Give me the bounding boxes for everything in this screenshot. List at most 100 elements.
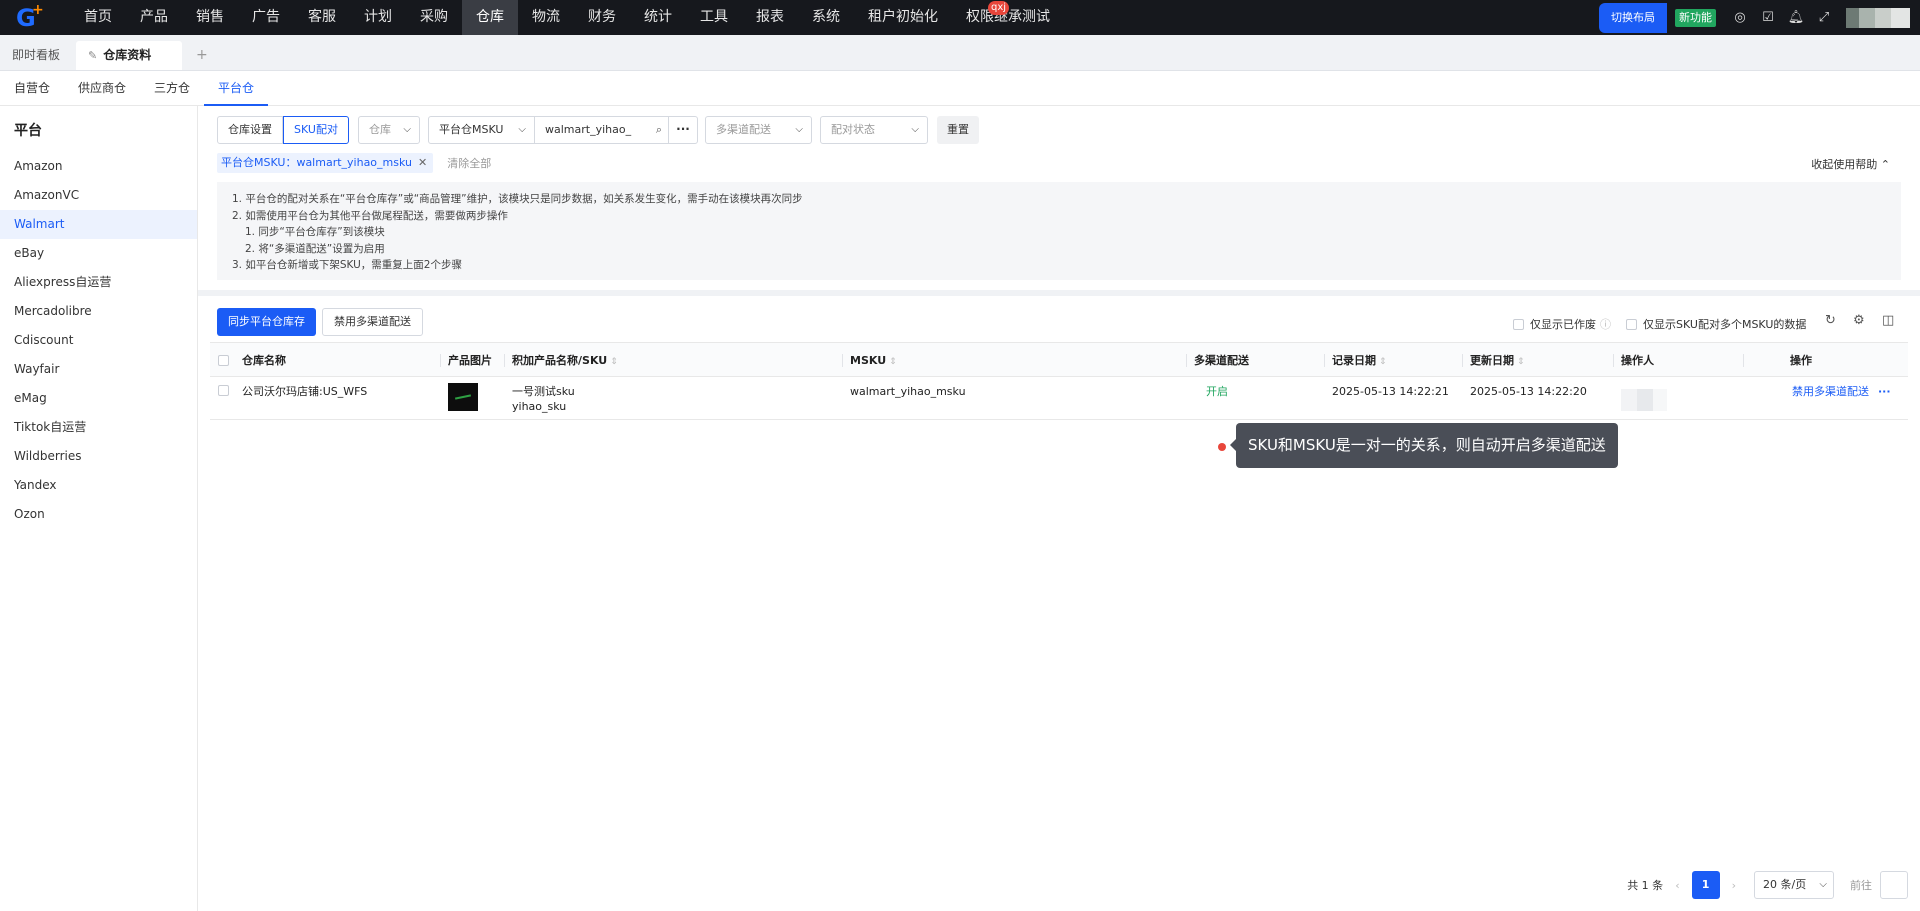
gear-icon[interactable]: ⚙ <box>1853 313 1865 328</box>
nav-item-tenant-init[interactable]: 租户初始化 <box>854 0 952 35</box>
tab-dashboard[interactable]: 即时看板 <box>0 41 72 70</box>
task-check-icon[interactable]: ☑ <box>1754 10 1782 25</box>
new-feature-badge[interactable]: 新功能 <box>1675 8 1716 27</box>
search-input-value: walmart_yihao_ <box>545 123 632 136</box>
pairing-status-select[interactable]: 配对状态 ⌵ <box>820 116 928 144</box>
pause-icon[interactable]: ◎ <box>1726 10 1754 25</box>
only-multi-msku-checkbox[interactable]: 仅显示SKU配对多个MSKU的数据 <box>1626 316 1806 332</box>
nav-item-logistics[interactable]: 物流 <box>518 0 574 35</box>
sidebar-item-yandex[interactable]: Yandex <box>0 471 197 500</box>
goto-page-input[interactable] <box>1880 871 1908 899</box>
row-disable-multichannel-link[interactable]: 禁用多渠道配送 <box>1792 384 1869 399</box>
page-number[interactable]: 1 <box>1691 871 1720 899</box>
sort-icon[interactable]: ⇕ <box>1517 357 1525 367</box>
close-icon[interactable]: ✕ <box>418 156 427 169</box>
prev-page-icon[interactable]: ‹ <box>1675 879 1679 892</box>
row-checkbox[interactable] <box>218 385 235 400</box>
logo-mark: G + <box>16 1 44 32</box>
sidebar-item-aliexpress[interactable]: Aliexpress自运营 <box>0 268 197 297</box>
nav-item-plan[interactable]: 计划 <box>350 0 406 35</box>
reset-button[interactable]: 重置 <box>937 116 979 144</box>
sort-icon[interactable]: ⇕ <box>610 357 618 367</box>
subtab-supplier[interactable]: 供应商仓 <box>64 71 140 106</box>
columns-icon[interactable]: ◫ <box>1882 313 1894 328</box>
product-image[interactable] <box>448 383 478 411</box>
disable-multichannel-button[interactable]: 禁用多渠道配送 <box>322 308 423 336</box>
nav-item-finance[interactable]: 财务 <box>574 0 630 35</box>
refresh-icon[interactable]: ↻ <box>1825 313 1836 328</box>
seg-warehouse-settings[interactable]: 仓库设置 <box>217 116 283 144</box>
switch-layout-button[interactable]: 切换布局 <box>1599 2 1667 33</box>
collapse-help-button[interactable]: 收起使用帮助 ⌃ <box>1811 156 1890 172</box>
page-size-select[interactable]: 20 条/页 ⌵ <box>1754 871 1834 899</box>
checkbox[interactable] <box>218 355 229 366</box>
multichannel-select[interactable]: 多渠道配送 ⌵ <box>705 116 812 144</box>
col-update-date[interactable]: 更新日期 ⇕ <box>1470 343 1525 378</box>
search-input[interactable]: walmart_yihao_ ⌕ <box>535 117 669 143</box>
sidebar-item-amazonvc[interactable]: AmazonVC <box>0 181 197 210</box>
nav-item-service[interactable]: 客服 <box>294 0 350 35</box>
nav-item-warehouse[interactable]: 仓库 <box>462 0 518 35</box>
seg-sku-pairing[interactable]: SKU配对 <box>283 116 349 144</box>
nav-item-system[interactable]: 系统 <box>798 0 854 35</box>
search-field-select[interactable]: 平台仓MSKU ⌵ <box>429 117 535 143</box>
more-search-button[interactable]: ··· <box>669 117 697 143</box>
subtab-third-party[interactable]: 三方仓 <box>140 71 204 106</box>
sidebar-item-ozon[interactable]: Ozon <box>0 500 197 529</box>
nav-item-purchase[interactable]: 采购 <box>406 0 462 35</box>
column-divider <box>1324 354 1325 367</box>
checkbox[interactable] <box>1513 318 1524 330</box>
sort-icon[interactable]: ⇕ <box>889 357 897 367</box>
info-icon: ⓘ <box>1600 318 1611 331</box>
subtab-platform[interactable]: 平台仓 <box>204 71 269 106</box>
hotspot-dot[interactable] <box>1218 443 1226 451</box>
pin-icon[interactable]: ✎ <box>88 49 97 62</box>
nav-item-stats[interactable]: 统计 <box>630 0 686 35</box>
clear-all-button[interactable]: 清除全部 <box>447 155 491 171</box>
subtab-self-operated[interactable]: 自营仓 <box>0 71 64 106</box>
sidebar-item-wildberries[interactable]: Wildberries <box>0 442 197 471</box>
sync-platform-stock-button[interactable]: 同步平台仓库存 <box>217 308 316 336</box>
bell-icon[interactable]: 🔔︎ <box>1782 10 1810 25</box>
top-nav: G + 首页 产品 销售 广告 客服 计划 采购 仓库 物流 财务 统计 工具 报… <box>0 0 1920 35</box>
col-record-date-label: 记录日期 <box>1332 354 1376 367</box>
sidebar-item-emag[interactable]: eMag <box>0 384 197 413</box>
nav-item-permission-test[interactable]: 权限继承测试 qxj <box>952 0 1064 35</box>
nav-item-home[interactable]: 首页 <box>70 0 126 35</box>
column-divider <box>1743 354 1744 367</box>
select-all-checkbox[interactable] <box>218 343 235 378</box>
sidebar-item-tiktok[interactable]: Tiktok自运营 <box>0 413 197 442</box>
col-image: 产品图片 <box>448 354 492 367</box>
logo[interactable]: G + <box>0 0 70 35</box>
checkbox[interactable] <box>1626 318 1637 330</box>
sidebar-item-wayfair[interactable]: Wayfair <box>0 355 197 384</box>
col-msku[interactable]: MSKU ⇕ <box>850 343 897 378</box>
nav-item-reports[interactable]: 报表 <box>742 0 798 35</box>
tab-warehouse-info[interactable]: ✎ 仓库资料 <box>76 41 183 70</box>
sidebar-item-ebay[interactable]: eBay <box>0 239 197 268</box>
nav-item-sales[interactable]: 销售 <box>182 0 238 35</box>
add-tab-button[interactable]: + <box>182 41 222 70</box>
sidebar-item-walmart[interactable]: Walmart <box>0 210 197 239</box>
col-warehouse: 仓库名称 <box>242 354 286 367</box>
nav-item-ads[interactable]: 广告 <box>238 0 294 35</box>
sort-icon[interactable]: ⇕ <box>1379 357 1387 367</box>
next-page-icon[interactable]: › <box>1732 879 1736 892</box>
sidebar-item-amazon[interactable]: Amazon <box>0 152 197 181</box>
row-more-button[interactable]: ··· <box>1878 384 1891 399</box>
avatar[interactable] <box>1846 7 1910 28</box>
checkbox[interactable] <box>218 385 229 396</box>
warehouse-select[interactable]: 仓库 ⌵ <box>358 116 420 144</box>
search-icon[interactable]: ⌕ <box>656 117 662 143</box>
sidebar-item-cdiscount[interactable]: Cdiscount <box>0 326 197 355</box>
only-voided-checkbox[interactable]: 仅显示已作废 ⓘ <box>1513 316 1611 332</box>
sidebar-item-mercadolibre[interactable]: Mercadolibre <box>0 297 197 326</box>
nav-item-product[interactable]: 产品 <box>126 0 182 35</box>
col-product[interactable]: 积加产品名称/SKU ⇕ <box>512 343 618 378</box>
chevron-up-icon: ⌃ <box>1880 158 1890 171</box>
nav-item-tools[interactable]: 工具 <box>686 0 742 35</box>
col-product-label: 积加产品名称/SKU <box>512 354 608 367</box>
fullscreen-icon[interactable]: ⤢ <box>1810 10 1838 25</box>
col-record-date[interactable]: 记录日期 ⇕ <box>1332 343 1387 378</box>
sidebar-title: 平台 <box>14 123 42 139</box>
